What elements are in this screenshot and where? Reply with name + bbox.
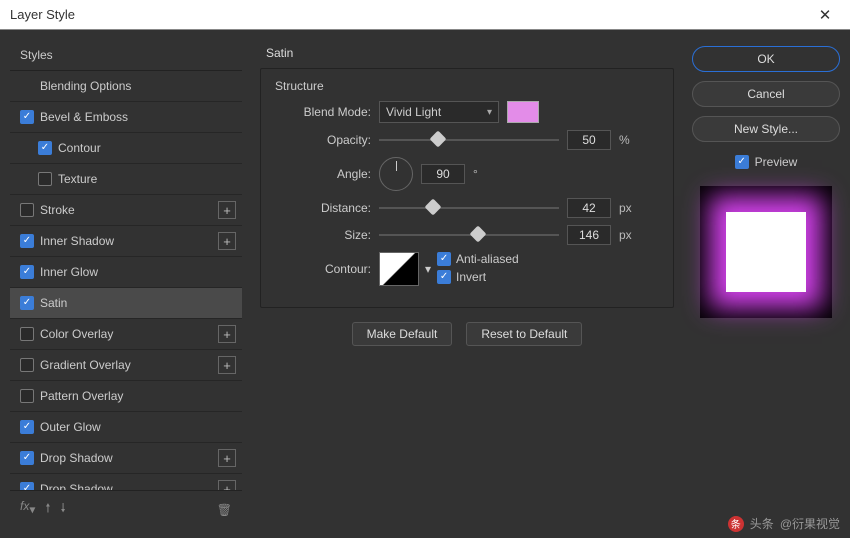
style-row[interactable]: Outer Glow+ [10, 412, 242, 443]
size-label: Size: [275, 228, 371, 242]
trash-icon[interactable]: 🗑 [217, 503, 232, 517]
preview-label: Preview [755, 155, 798, 169]
angle-dial[interactable] [379, 157, 413, 191]
settings-panel: Satin Structure Blend Mode: Vivid Light … [250, 40, 684, 528]
style-row[interactable]: Drop Shadow + [10, 443, 242, 474]
add-effect-icon[interactable]: + [218, 325, 236, 343]
window-title: Layer Style [10, 7, 75, 22]
add-effect-icon[interactable]: + [218, 449, 236, 467]
style-checkbox[interactable] [38, 172, 52, 186]
style-label: Pattern Overlay [40, 389, 123, 403]
style-label: Inner Shadow [40, 234, 114, 248]
angle-input[interactable] [421, 164, 465, 184]
sidebar-footer: fx▾ 🠕 🠗 🗑 [10, 490, 242, 528]
style-label: Outer Glow [40, 420, 101, 434]
anti-aliased-checkbox[interactable]: Anti-aliased [437, 252, 519, 266]
style-label: Stroke [40, 203, 75, 217]
add-effect-icon[interactable]: + [218, 480, 236, 490]
style-checkbox[interactable] [20, 265, 34, 279]
style-checkbox[interactable] [20, 110, 34, 124]
style-row[interactable]: Satin+ [10, 288, 242, 319]
preview-box [700, 186, 832, 318]
blend-mode-label: Blend Mode: [275, 105, 371, 119]
style-checkbox[interactable] [20, 296, 34, 310]
reset-default-button[interactable]: Reset to Default [466, 322, 582, 346]
styles-header[interactable]: Styles [10, 40, 242, 71]
style-row[interactable]: Inner Shadow + [10, 226, 242, 257]
cancel-button[interactable]: Cancel [692, 81, 840, 107]
style-label: Contour [58, 141, 101, 155]
style-label: Inner Glow [40, 265, 98, 279]
style-label: Bevel & Emboss [40, 110, 128, 124]
style-row[interactable]: Bevel & Emboss+ [10, 102, 242, 133]
style-checkbox[interactable] [38, 141, 52, 155]
style-checkbox[interactable] [20, 234, 34, 248]
style-checkbox[interactable] [20, 203, 34, 217]
contour-picker[interactable] [379, 252, 419, 286]
style-checkbox[interactable] [20, 451, 34, 465]
style-list: Blending Options+Bevel & Emboss+Contour+… [10, 71, 242, 490]
style-label: Drop Shadow [40, 482, 113, 490]
style-label: Satin [40, 296, 67, 310]
preview-thumbnail [726, 212, 806, 292]
opacity-input[interactable] [567, 130, 611, 150]
angle-label: Angle: [275, 167, 371, 181]
color-swatch[interactable] [507, 101, 539, 123]
add-effect-icon[interactable]: + [218, 201, 236, 219]
style-label: Color Overlay [40, 327, 113, 341]
style-label: Texture [58, 172, 97, 186]
style-label: Drop Shadow [40, 451, 113, 465]
close-icon[interactable]: ✕ [810, 6, 840, 24]
arrow-up-icon[interactable]: 🠕 [45, 499, 50, 520]
contour-label: Contour: [275, 262, 371, 276]
ok-button[interactable]: OK [692, 46, 840, 72]
styles-sidebar: Styles Blending Options+Bevel & Emboss+C… [10, 40, 242, 528]
style-checkbox[interactable] [20, 420, 34, 434]
chevron-down-icon: ▾ [487, 107, 492, 118]
distance-slider[interactable] [379, 201, 559, 215]
make-default-button[interactable]: Make Default [352, 322, 453, 346]
style-row[interactable]: Gradient Overlay + [10, 350, 242, 381]
style-checkbox[interactable] [20, 389, 34, 403]
style-row[interactable]: Texture+ [10, 164, 242, 195]
structure-label: Structure [275, 79, 659, 93]
style-row[interactable]: Contour+ [10, 133, 242, 164]
chevron-down-icon[interactable]: ▾ [425, 262, 431, 276]
style-checkbox[interactable] [20, 327, 34, 341]
titlebar: Layer Style ✕ [0, 0, 850, 30]
preview-checkbox[interactable] [735, 155, 749, 169]
style-row[interactable]: Inner Glow+ [10, 257, 242, 288]
arrow-down-icon[interactable]: 🠗 [61, 499, 66, 520]
fx-icon[interactable]: fx▾ [20, 499, 35, 520]
style-checkbox[interactable] [20, 482, 34, 490]
style-row[interactable]: Stroke + [10, 195, 242, 226]
dialog-actions: OK Cancel New Style... Preview [692, 40, 840, 528]
opacity-slider[interactable] [379, 133, 559, 147]
size-slider[interactable] [379, 228, 559, 242]
style-label: Gradient Overlay [40, 358, 131, 372]
style-checkbox[interactable] [20, 358, 34, 372]
watermark: 条 头条 @衍果视觉 [728, 515, 840, 532]
style-row[interactable]: Blending Options+ [10, 71, 242, 102]
new-style-button[interactable]: New Style... [692, 116, 840, 142]
add-effect-icon[interactable]: + [218, 232, 236, 250]
style-row[interactable]: Drop Shadow + [10, 474, 242, 490]
add-effect-icon[interactable]: + [218, 356, 236, 374]
style-row[interactable]: Pattern Overlay+ [10, 381, 242, 412]
panel-title: Satin [260, 44, 674, 68]
distance-input[interactable] [567, 198, 611, 218]
distance-label: Distance: [275, 201, 371, 215]
blend-mode-dropdown[interactable]: Vivid Light ▾ [379, 101, 499, 123]
opacity-label: Opacity: [275, 133, 371, 147]
size-input[interactable] [567, 225, 611, 245]
invert-checkbox[interactable]: Invert [437, 270, 519, 284]
style-row[interactable]: Color Overlay + [10, 319, 242, 350]
style-label: Blending Options [40, 79, 131, 93]
